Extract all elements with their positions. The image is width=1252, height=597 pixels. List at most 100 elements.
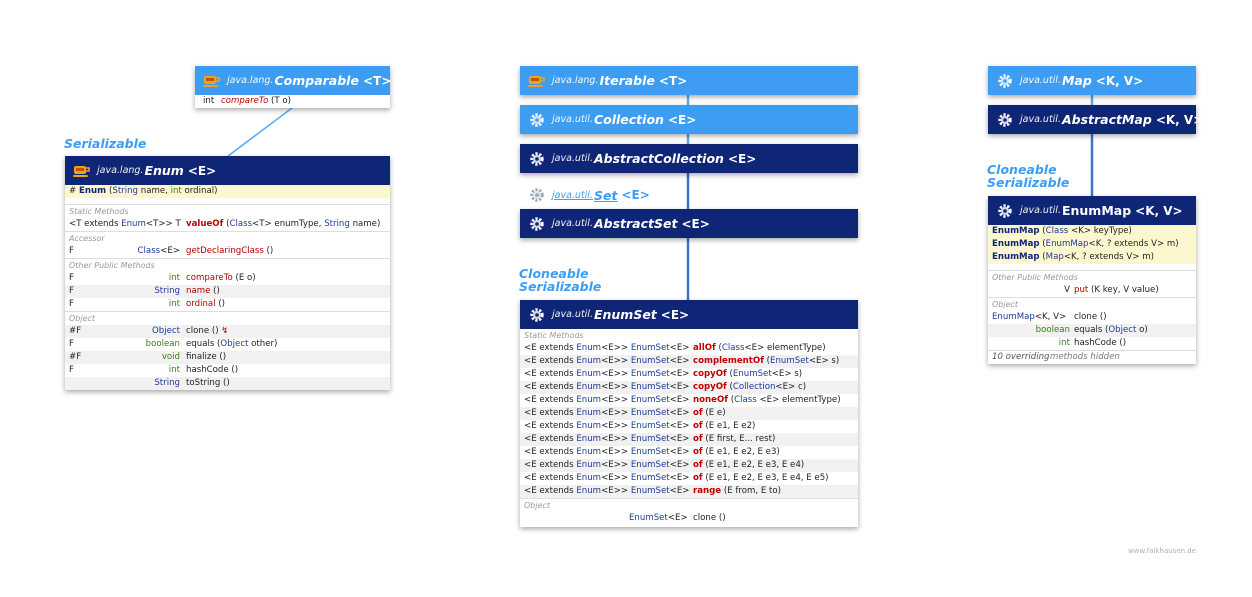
constructor-name: Enum [79,186,107,196]
method-row[interactable]: F int compareTo (E o) [65,272,390,285]
method-row[interactable]: F Class<E> getDeclaringClass () [65,245,390,258]
enum-class-box[interactable]: java.lang. Enum <E> # Enum (String name,… [65,156,390,390]
method-row[interactable]: <E extends Enum<E>> EnumSet<E> copyOf (Co… [520,381,858,394]
method-row[interactable]: <E extends Enum<E>> EnumSet<E> range (E f… [520,485,858,498]
type-param: <K, V> [1095,73,1144,88]
enummap-header[interactable]: java.util. EnumMap <K, V> [988,196,1196,225]
gear-icon [996,202,1014,220]
method-row[interactable]: EnumMap<K, V> clone () [988,311,1196,324]
section-object: Object [69,314,96,323]
modifier: #F [69,352,82,362]
method-sig: hashCode () [186,365,239,375]
package-name: java.util. [552,153,593,164]
comparable-header[interactable]: java.lang. Comparable <T> [195,66,391,95]
method-row[interactable]: String toString () [65,377,390,390]
method-row[interactable]: <E extends Enum<E>> EnumSet<E> noneOf (Cl… [520,394,858,407]
enum-to-comparable-line [227,107,293,157]
method-row[interactable]: F boolean equals (Object other) [65,338,390,351]
method-row[interactable]: V put (K key, V value) [988,284,1196,297]
return-type: int [168,273,180,283]
package-name: java.lang. [552,75,599,86]
return-type: <E extends Enum<E>> EnumSet<E> [524,473,690,483]
method-row[interactable]: boolean equals (Object o) [988,324,1196,337]
modifier: F [69,273,74,283]
constructor-row[interactable]: EnumMap (Class <K> keyType) [988,225,1196,238]
method-sig: ordinal () [186,299,226,309]
method-row[interactable]: F int ordinal () [65,298,390,311]
abstractcollection-class-box[interactable]: java.util. AbstractCollection <E> [520,144,858,173]
method-row[interactable]: <E extends Enum<E>> EnumSet<E> of (E e1, … [520,459,858,472]
method-row[interactable]: <E extends Enum<E>> EnumSet<E> complement… [520,355,858,368]
class-name: Collection [593,112,664,127]
method-row[interactable]: int hashCode () [988,337,1196,350]
constructor-args: (String name, int ordinal) [109,186,218,196]
constructor-sig: EnumMap (Map<K, ? extends V> m) [992,252,1154,262]
iterable-class-box[interactable]: java.lang. Iterable <T> [520,66,858,95]
abstractmap-class-box[interactable]: java.util. AbstractMap <K, V> [988,105,1203,134]
section-accessor: Accessor [69,234,105,243]
return-type: <E extends Enum<E>> EnumSet<E> [524,486,690,496]
class-name: Iterable [599,73,655,88]
method-row[interactable]: <E extends Enum<E>> EnumSet<E> allOf (Cla… [520,342,858,355]
enumset-method-list: <E extends Enum<E>> EnumSet<E> allOf (Cla… [520,342,858,498]
set-interface-label[interactable]: java.util. Set <E> [528,186,650,204]
method-sig: valueOf (Class<T> enumType, String name) [186,219,381,229]
method-row[interactable]: EnumSet<E> clone () [520,512,858,525]
method-row[interactable]: <E extends Enum<E>> EnumSet<E> of (E firs… [520,433,858,446]
gear-icon [528,215,546,233]
method-row[interactable]: <T extends Enum<T>> T valueOf (Class<T> … [65,218,390,231]
enumset-class-box[interactable]: java.util. EnumSet <E> Static Methods <E… [520,300,858,527]
enumset-header[interactable]: java.util. EnumSet <E> [520,300,858,329]
type-param: <E> [727,151,757,166]
constructor-row[interactable]: EnumMap (Map<K, ? extends V> m) [988,251,1196,264]
constructor-row[interactable]: # Enum (String name, int ordinal) [65,185,390,198]
iterable-header[interactable]: java.lang. Iterable <T> [520,66,858,95]
method-row[interactable]: #F void finalize () [65,351,390,364]
enummap-class-box[interactable]: java.util. EnumMap <K, V> EnumMap (Class… [988,196,1196,364]
section-other: Other Public Methods [69,261,155,270]
abstractset-header[interactable]: java.util. AbstractSet <E> [520,209,858,238]
method-sig: equals (Object other) [186,339,278,349]
gear-icon [528,111,546,129]
abstractmap-header[interactable]: java.util. AbstractMap <K, V> [988,105,1203,134]
collection-class-box[interactable]: java.util. Collection <E> [520,105,858,134]
method-row[interactable]: F int hashCode () [65,364,390,377]
return-type: Object [152,326,180,336]
section-object: Object [992,300,1019,309]
package-name: java.util. [552,218,593,229]
method-sig: of (E first, E... rest) [693,434,776,444]
method-row[interactable]: F String name () [65,285,390,298]
package-name: java.util. [1020,205,1061,216]
modifier: F [69,339,74,349]
hidden-count: 10 overriding [992,352,1050,362]
abstractset-class-box[interactable]: java.util. AbstractSet <E> [520,209,858,238]
method-row[interactable]: int compareTo (T o) [195,95,390,108]
constructor-row[interactable]: EnumMap (EnumMap<K, ? extends V> m) [988,238,1196,251]
method-row[interactable]: <E extends Enum<E>> EnumSet<E> copyOf (En… [520,368,858,381]
method-name: compareTo [221,96,269,106]
class-name: AbstractCollection [593,151,724,166]
map-class-box[interactable]: java.util. Map <K, V> [988,66,1196,95]
return-type: <E extends Enum<E>> EnumSet<E> [524,395,690,405]
comparable-class-box[interactable]: java.lang. Comparable <T> int compareTo … [195,66,391,108]
method-row[interactable]: <E extends Enum<E>> EnumSet<E> of (E e1, … [520,472,858,485]
method-sig: range (E from, E to) [693,486,781,496]
method-row[interactable]: <E extends Enum<E>> EnumSet<E> of (E e1, … [520,420,858,433]
method-row[interactable]: <E extends Enum<E>> EnumSet<E> of (E e1, … [520,446,858,459]
method-sig: noneOf (Class <E> elementType) [693,395,841,405]
collection-header[interactable]: java.util. Collection <E> [520,105,858,134]
map-header[interactable]: java.util. Map <K, V> [988,66,1196,95]
package-name: java.util. [552,189,593,201]
enum-header[interactable]: java.lang. Enum <E> [65,156,390,185]
modifier: F [69,365,74,375]
method-sig: copyOf (Collection<E> c) [693,382,807,392]
java-cup-icon [203,72,221,90]
method-row[interactable]: #F Object clone () ↯ [65,325,390,338]
method-row[interactable]: <E extends Enum<E>> EnumSet<E> of (E e) [520,407,858,420]
return-type: int [203,96,215,106]
package-name: java.util. [1020,75,1061,86]
type-param: <E> [667,112,697,127]
abstractcollection-header[interactable]: java.util. AbstractCollection <E> [520,144,858,173]
return-type: <E extends Enum<E>> EnumSet<E> [524,343,690,353]
gear-icon [528,186,546,204]
